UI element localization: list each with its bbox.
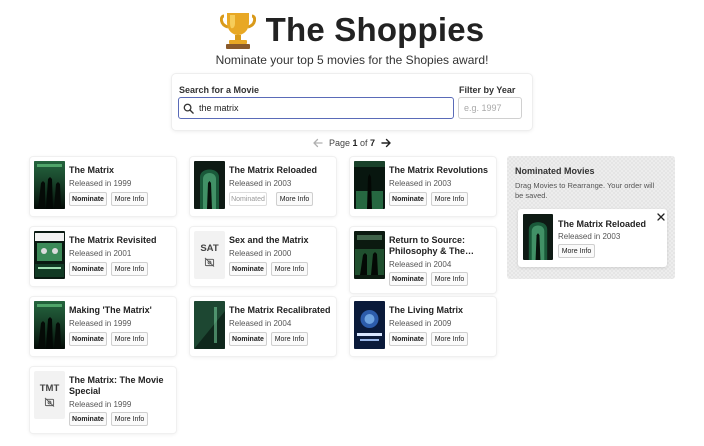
more-info-button[interactable]: More Info: [431, 192, 468, 206]
movie-release: Released in 2003: [389, 179, 452, 188]
movie-card[interactable]: TMT The Matrix: The Movie Special Released…: [30, 367, 176, 433]
movie-title: The Matrix: [69, 165, 115, 175]
page-prefix: Page: [328, 138, 350, 148]
previous-page-icon[interactable]: [312, 137, 324, 149]
movie-card[interactable]: The Matrix Revisited Released in 2001 Nomi…: [30, 227, 176, 286]
movie-release: Released in 2004: [389, 260, 452, 269]
poster-abbreviation: SAT: [200, 243, 219, 254]
movie-release: Released in 1999: [69, 319, 132, 328]
movie-poster: [354, 161, 385, 209]
search-panel: Search for a Movie Filter by Year: [172, 74, 532, 130]
nominated-release: Released in 2003: [558, 232, 621, 241]
poster-abbreviation: TMT: [39, 383, 60, 394]
trophy-icon: [219, 13, 256, 49]
movie-card[interactable]: The Matrix Reloaded Released in 2003 Nomin…: [190, 157, 336, 216]
nominate-button[interactable]: Nominate: [389, 332, 427, 346]
movie-card[interactable]: SAT Sex and the Matrix Released in 2000 Nom…: [190, 227, 336, 286]
movie-title: The Matrix: The Movie Special: [69, 375, 164, 396]
close-icon[interactable]: [656, 212, 666, 222]
movie-release: Released in 1999: [69, 179, 132, 188]
year-filter-input[interactable]: [464, 103, 512, 113]
next-page-icon[interactable]: [380, 137, 392, 149]
search-field[interactable]: [178, 97, 454, 119]
movie-card[interactable]: Making 'The Matrix' Released in 1999 Nomin…: [30, 297, 176, 356]
nominate-button[interactable]: Nominate: [389, 192, 427, 206]
movie-release: Released in 2000: [229, 249, 292, 258]
more-info-button[interactable]: More Info: [271, 262, 308, 276]
page-indicator: Page 1 of 7: [329, 138, 375, 148]
page-title: The Shoppies: [265, 11, 485, 48]
nominations-title: Nominated Movies: [515, 166, 595, 176]
more-info-button[interactable]: More Info: [431, 332, 468, 346]
movie-card[interactable]: The Living Matrix Released in 2009 Nominat…: [350, 297, 496, 356]
movie-poster: [354, 231, 385, 279]
movie-card[interactable]: Return to Source: Philosophy & The… Relea…: [350, 227, 496, 293]
movie-title: The Living Matrix: [389, 305, 464, 315]
no-image-icon: [204, 257, 215, 267]
movie-poster: [34, 161, 65, 209]
nominate-button[interactable]: Nominate: [69, 262, 107, 276]
nominated-item[interactable]: The Matrix Reloaded Released in 2003 Mor…: [518, 209, 667, 267]
movie-poster: [34, 231, 65, 279]
total-pages: 7: [370, 138, 376, 148]
movie-release: Released in 2004: [229, 319, 292, 328]
app-header: The Shoppies: [0, 10, 704, 50]
page-subtitle: Nominate your top 5 movies for the Shopi…: [215, 53, 489, 67]
nominate-button[interactable]: Nominate: [229, 332, 267, 346]
movie-title: The Matrix Revolutions: [389, 165, 489, 175]
nominate-button[interactable]: Nominate: [389, 272, 427, 286]
nominate-button[interactable]: Nominate: [229, 262, 267, 276]
movie-release: Released in 2003: [229, 179, 292, 188]
more-info-button[interactable]: More Info: [111, 332, 148, 346]
movie-card[interactable]: The Matrix Recalibrated Released in 2004 N…: [190, 297, 336, 356]
more-info-button[interactable]: More Info: [271, 332, 308, 346]
more-info-button[interactable]: More Info: [111, 192, 148, 206]
movie-release: Released in 1999: [69, 400, 132, 409]
more-info-button[interactable]: More Info: [111, 412, 148, 426]
nominate-button[interactable]: Nominate: [69, 332, 107, 346]
nominations-description: Drag Movies to Rearrange. Your order wil…: [515, 181, 655, 200]
no-image-icon: [44, 397, 55, 407]
more-info-button[interactable]: More Info: [111, 262, 148, 276]
movie-poster: [34, 301, 65, 349]
movie-poster: [354, 301, 385, 349]
movie-poster: [194, 161, 225, 209]
movie-title: Making 'The Matrix': [69, 305, 152, 315]
movie-title: Sex and the Matrix: [229, 235, 309, 245]
nominate-button[interactable]: Nominate: [69, 412, 107, 426]
nominate-button[interactable]: Nominated: [229, 192, 267, 206]
more-info-button[interactable]: More Info: [276, 192, 313, 206]
search-label: Search for a Movie: [179, 85, 260, 95]
movie-release: Released in 2001: [69, 249, 132, 258]
search-icon: [183, 103, 194, 114]
current-page: 1: [352, 138, 358, 148]
page-of: of: [360, 138, 368, 148]
nominations-panel: Nominated Movies Drag Movies to Rearrang…: [507, 156, 675, 279]
pagination: Page 1 of 7: [0, 137, 704, 149]
movie-card[interactable]: The Matrix Revolutions Released in 2003 No…: [350, 157, 496, 216]
movie-card[interactable]: The Matrix Released in 1999 Nominate More I…: [30, 157, 176, 216]
search-input[interactable]: [199, 103, 439, 113]
movie-poster: [194, 301, 225, 349]
nominated-more-info-button[interactable]: More Info: [558, 244, 595, 258]
nominated-poster: [523, 214, 553, 260]
movie-release: Released in 2009: [389, 319, 452, 328]
year-filter-field[interactable]: [458, 97, 522, 119]
more-info-button[interactable]: More Info: [431, 272, 468, 286]
nominate-button[interactable]: Nominate: [69, 192, 107, 206]
movie-title: The Matrix Revisited: [69, 235, 157, 245]
nominated-title: The Matrix Reloaded: [558, 219, 647, 229]
year-filter-label: Filter by Year: [459, 85, 516, 95]
movie-title: The Matrix Reloaded: [229, 165, 318, 175]
movie-title: The Matrix Recalibrated: [229, 305, 331, 315]
movie-title: Return to Source: Philosophy & The…: [389, 235, 475, 256]
no-poster-placeholder: TMT: [34, 371, 65, 419]
no-poster-placeholder: SAT: [194, 231, 225, 279]
